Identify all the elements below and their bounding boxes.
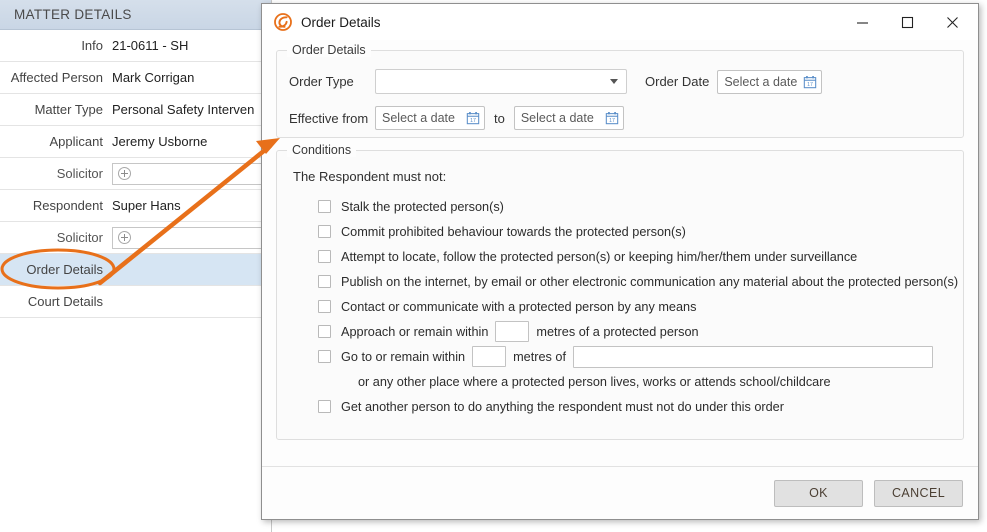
dialog-title: Order Details [301, 14, 381, 30]
dialog-body: Order Details Order Type Order Date Sele… [262, 40, 978, 519]
checkbox-locate-follow[interactable] [318, 250, 331, 263]
calendar-icon[interactable]: 17 [605, 111, 619, 125]
effective-from-label: Effective from [289, 110, 369, 126]
condition-label: Contact or communicate with a protected … [341, 299, 697, 314]
svg-text:17: 17 [470, 118, 476, 124]
conditions-list: Stalk the protected person(s) Commit proh… [291, 194, 958, 419]
effective-to-placeholder: Select a date [520, 111, 594, 125]
condition-label-suffix: metres of a protected person [536, 324, 699, 339]
matter-row-value: Mark Corrigan [112, 70, 195, 85]
ok-button[interactable]: OK [774, 479, 863, 507]
matter-row[interactable]: Solicitor [0, 158, 271, 190]
matter-row-label: Respondent [32, 198, 103, 213]
minimize-icon[interactable] [840, 7, 885, 37]
condition-label: Commit prohibited behaviour towards the … [341, 224, 686, 239]
condition-label: Go to or remain within [341, 349, 466, 364]
condition-row: Approach or remain within metres of a pro… [318, 319, 949, 344]
matter-details-rows: Info 21-0611 - SH Affected Person Mark Corr… [0, 30, 271, 318]
checkbox-approach-within[interactable] [318, 325, 331, 338]
condition-label: Stalk the protected person(s) [341, 199, 504, 214]
dialog-footer: OK CANCEL [262, 466, 978, 519]
screen: MATTER DETAILS Info 21-0611 - SH Affected … [0, 0, 987, 532]
close-icon[interactable] [930, 7, 975, 37]
conditions-groupbox: Conditions The Respondent must not: Stal… [276, 143, 964, 440]
condition-row: Commit prohibited behaviour towards the … [318, 219, 949, 244]
effective-from-input[interactable]: Select a date 17 [375, 106, 485, 130]
conditions-intro: The Respondent must not: [293, 169, 447, 184]
condition-label-suffix: metres of [513, 349, 566, 364]
checkbox-publish-internet[interactable] [318, 275, 331, 288]
conditions-legend: Conditions [287, 143, 357, 157]
chevron-down-icon [610, 79, 618, 84]
matter-row-value: Super Hans [112, 198, 181, 213]
matter-row-label: Matter Type [34, 102, 103, 117]
dialog-titlebar: Order Details [262, 4, 978, 40]
matter-row-value: Personal Safety Interven [112, 102, 255, 117]
maximize-icon[interactable] [885, 7, 930, 37]
place-input-go-to-within[interactable] [573, 345, 933, 368]
to-label: to [494, 110, 505, 126]
solicitor-picker-field[interactable] [112, 226, 269, 249]
add-circle-icon[interactable] [118, 231, 131, 244]
conditions-sub-note: or any other place where a protected per… [358, 375, 831, 389]
calendar-icon[interactable]: 17 [466, 111, 480, 125]
matter-row-label: Solicitor [56, 230, 103, 245]
condition-row: Go to or remain within metres of [318, 344, 949, 369]
matter-row-label: Affected Person [10, 70, 103, 85]
condition-row: Stalk the protected person(s) [318, 194, 949, 219]
condition-label: Get another person to do anything the re… [341, 399, 784, 414]
condition-label: Publish on the internet, by email or oth… [341, 274, 959, 289]
calendar-icon[interactable]: 17 [803, 75, 817, 89]
order-details-legend: Order Details [287, 43, 371, 57]
svg-text:17: 17 [807, 82, 813, 88]
swirl-s-logo-icon [273, 12, 293, 32]
checkbox-stalk[interactable] [318, 200, 331, 213]
checkbox-prohibited-behaviour[interactable] [318, 225, 331, 238]
order-date-label: Order Date [645, 74, 710, 89]
condition-row: Attempt to locate, follow the protected … [318, 244, 949, 269]
matter-row[interactable]: Info 21-0611 - SH [0, 30, 271, 62]
matter-row-label: Info [81, 38, 103, 53]
matter-row[interactable]: Matter Type Personal Safety Interven [0, 94, 271, 126]
checkbox-go-to-within[interactable] [318, 350, 331, 363]
matter-row[interactable]: Order Details [0, 254, 271, 286]
order-type-dropdown[interactable] [375, 69, 627, 94]
cancel-button[interactable]: CANCEL [874, 479, 963, 507]
order-date-placeholder: Select a date [724, 74, 798, 89]
matter-row[interactable]: Respondent Super Hans [0, 190, 271, 222]
effective-from-placeholder: Select a date [382, 111, 455, 125]
matter-row[interactable]: Solicitor [0, 222, 271, 254]
checkbox-get-another-person[interactable] [318, 400, 331, 413]
checkbox-contact-communicate[interactable] [318, 300, 331, 313]
order-details-dialog: Order Details Order Details Order Type O… [261, 3, 979, 520]
condition-row: Contact or communicate with a protected … [318, 294, 949, 319]
distance-input-approach-within[interactable] [495, 321, 530, 342]
solicitor-picker-field[interactable] [112, 162, 269, 185]
order-type-label: Order Type [289, 74, 354, 89]
order-type-row: Order Type Order Date Select a date 17 [289, 69, 951, 94]
matter-row-label: Applicant [49, 134, 103, 149]
order-details-groupbox: Order Details Order Type Order Date Sele… [276, 43, 964, 138]
matter-row[interactable]: Court Details [0, 286, 271, 318]
matter-row-label: Solicitor [56, 166, 103, 181]
matter-row-label: Order Details [26, 262, 103, 277]
condition-label: Approach or remain within [341, 324, 489, 339]
matter-row-label: Court Details [27, 294, 103, 309]
matter-details-panel: MATTER DETAILS Info 21-0611 - SH Affected … [0, 0, 272, 532]
svg-text:17: 17 [609, 118, 615, 124]
matter-row[interactable]: Applicant Jeremy Usborne [0, 126, 271, 158]
effective-dates-row: Effective from Select a date 17 to Selec… [289, 106, 951, 130]
order-date-input[interactable]: Select a date 17 [717, 69, 823, 94]
add-circle-icon[interactable] [118, 167, 131, 180]
condition-row: Get another person to do anything the re… [318, 394, 949, 419]
distance-input-go-to-within[interactable] [472, 346, 507, 367]
matter-details-header: MATTER DETAILS [0, 0, 271, 30]
matter-row[interactable]: Affected Person Mark Corrigan [0, 62, 271, 94]
condition-label: Attempt to locate, follow the protected … [341, 249, 858, 264]
matter-row-value: 21-0611 - SH [112, 38, 189, 53]
condition-row: Publish on the internet, by email or oth… [318, 269, 958, 294]
effective-to-input[interactable]: Select a date 17 [513, 106, 624, 130]
matter-row-value: Jeremy Usborne [112, 134, 208, 149]
